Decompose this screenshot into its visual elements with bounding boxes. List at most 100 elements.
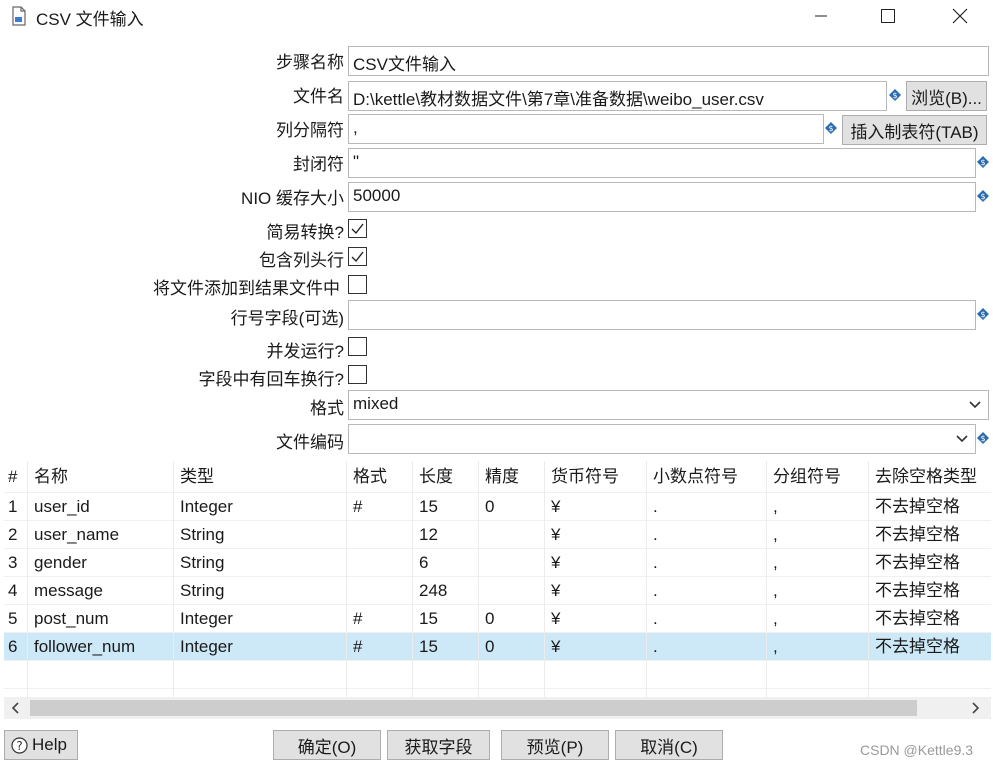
- close-button[interactable]: [937, 0, 983, 32]
- field-type-cell[interactable]: String: [178, 577, 346, 605]
- field-format-cell[interactable]: [351, 577, 411, 605]
- header-row-checkbox[interactable]: [348, 247, 367, 266]
- field-currency-cell[interactable]: ¥: [549, 493, 645, 521]
- field-grouping-cell[interactable]: ,: [771, 633, 867, 661]
- field-type-cell[interactable]: Integer: [178, 605, 346, 633]
- field-grouping-cell[interactable]: ,: [771, 521, 867, 549]
- add-filename-checkbox[interactable]: [348, 275, 367, 294]
- field-decimal-cell[interactable]: .: [651, 605, 765, 633]
- field-name-cell[interactable]: gender: [32, 549, 172, 577]
- column-header[interactable]: 货币符号: [549, 461, 645, 493]
- field-length-cell[interactable]: 15: [417, 493, 477, 521]
- field-grouping-cell[interactable]: ,: [771, 549, 867, 577]
- field-currency-cell[interactable]: ¥: [549, 521, 645, 549]
- field-type-cell[interactable]: Integer: [178, 633, 346, 661]
- column-header[interactable]: 名称: [32, 461, 172, 493]
- field-currency-cell[interactable]: ¥: [549, 633, 645, 661]
- maximize-button[interactable]: [865, 0, 911, 32]
- row-index-cell[interactable]: 3: [6, 549, 26, 577]
- field-decimal-cell[interactable]: .: [651, 521, 765, 549]
- cancel-button[interactable]: 取消(C): [615, 730, 723, 760]
- field-precision-cell[interactable]: [483, 577, 543, 605]
- field-precision-cell[interactable]: 0: [483, 633, 543, 661]
- table-row[interactable]: 5 post_num Integer #15 0 ¥., 不去掉空格: [4, 605, 991, 633]
- column-header[interactable]: 格式: [351, 461, 411, 493]
- column-header[interactable]: 精度: [483, 461, 543, 493]
- ok-button[interactable]: 确定(O): [273, 730, 381, 760]
- table-row[interactable]: 2 user_name String 12 ¥., 不去掉空格: [4, 521, 991, 549]
- field-grouping-cell[interactable]: ,: [771, 577, 867, 605]
- column-header[interactable]: 小数点符号: [651, 461, 765, 493]
- field-format-cell[interactable]: #: [351, 633, 411, 661]
- field-length-cell[interactable]: 248: [417, 577, 477, 605]
- field-format-cell[interactable]: #: [351, 493, 411, 521]
- field-precision-cell[interactable]: 0: [483, 493, 543, 521]
- field-length-cell[interactable]: 15: [417, 633, 477, 661]
- field-precision-cell[interactable]: 0: [483, 605, 543, 633]
- encoding-select[interactable]: [348, 424, 976, 454]
- field-decimal-cell[interactable]: .: [651, 549, 765, 577]
- field-length-cell[interactable]: 12: [417, 521, 477, 549]
- table-row[interactable]: 4 message String 248 ¥., 不去掉空格: [4, 577, 991, 605]
- field-length-cell[interactable]: 15: [417, 605, 477, 633]
- field-name-cell[interactable]: follower_num: [32, 633, 172, 661]
- minimize-button[interactable]: [798, 0, 844, 32]
- field-decimal-cell[interactable]: .: [651, 633, 765, 661]
- field-currency-cell[interactable]: ¥: [549, 605, 645, 633]
- format-select[interactable]: mixed: [348, 390, 989, 420]
- newline-checkbox[interactable]: [348, 365, 367, 384]
- field-format-cell[interactable]: [351, 549, 411, 577]
- delimiter-input[interactable]: ,: [348, 114, 824, 144]
- column-header[interactable]: 分组符号: [771, 461, 867, 493]
- field-name-cell[interactable]: post_num: [32, 605, 172, 633]
- column-header[interactable]: 类型: [178, 461, 346, 493]
- field-trim-type-cell[interactable]: 不去掉空格: [873, 605, 991, 633]
- help-button[interactable]: ? Help: [4, 730, 78, 760]
- column-header[interactable]: #: [6, 461, 28, 493]
- parallel-checkbox[interactable]: [348, 337, 367, 356]
- row-index-cell[interactable]: 5: [6, 605, 26, 633]
- preview-button[interactable]: 预览(P): [501, 730, 609, 760]
- field-precision-cell[interactable]: [483, 521, 543, 549]
- scrollbar-thumb[interactable]: [30, 700, 917, 716]
- table-row[interactable]: [4, 661, 991, 689]
- field-trim-type-cell[interactable]: 不去掉空格: [873, 521, 991, 549]
- field-currency-cell[interactable]: ¥: [549, 577, 645, 605]
- insert-tab-button[interactable]: 插入制表符(TAB): [842, 115, 987, 145]
- horizontal-scrollbar[interactable]: [4, 697, 991, 719]
- field-decimal-cell[interactable]: .: [651, 577, 765, 605]
- column-header[interactable]: 长度: [417, 461, 477, 493]
- field-decimal-cell[interactable]: .: [651, 493, 765, 521]
- field-precision-cell[interactable]: [483, 549, 543, 577]
- field-name-cell[interactable]: message: [32, 577, 172, 605]
- field-grouping-cell[interactable]: ,: [771, 493, 867, 521]
- field-name-cell[interactable]: user_name: [32, 521, 172, 549]
- chevron-right-icon[interactable]: [971, 702, 981, 714]
- row-index-cell[interactable]: 2: [6, 521, 26, 549]
- field-trim-type-cell[interactable]: 不去掉空格: [873, 633, 991, 661]
- table-row[interactable]: 3 gender String 6 ¥., 不去掉空格: [4, 549, 991, 577]
- column-header[interactable]: 去除空格类型: [873, 461, 991, 493]
- browse-button[interactable]: 浏览(B)...: [906, 81, 987, 111]
- get-fields-button[interactable]: 获取字段: [387, 730, 490, 760]
- row-index-cell[interactable]: 6: [6, 633, 26, 661]
- chevron-left-icon[interactable]: [10, 702, 20, 714]
- step-name-input[interactable]: CSV文件输入: [348, 46, 989, 76]
- nio-buffer-input[interactable]: 50000: [348, 182, 976, 212]
- enclosure-input[interactable]: ": [348, 148, 976, 178]
- rownum-field-input[interactable]: [348, 300, 976, 330]
- field-currency-cell[interactable]: ¥: [549, 549, 645, 577]
- field-grouping-cell[interactable]: ,: [771, 605, 867, 633]
- field-format-cell[interactable]: #: [351, 605, 411, 633]
- fields-table[interactable]: # 名称 类型 格式 长度 精度 货币符号 小数点符号 分组符号 去除空格类型 …: [4, 461, 991, 697]
- field-type-cell[interactable]: String: [178, 521, 346, 549]
- table-row[interactable]: 6 follower_num Integer #15 0 ¥., 不去掉空格: [4, 633, 991, 661]
- filename-input[interactable]: D:\kettle\教材数据文件\第7章\准备数据\weibo_user.csv: [348, 81, 887, 111]
- field-type-cell[interactable]: String: [178, 549, 346, 577]
- lazy-conversion-checkbox[interactable]: [348, 219, 367, 238]
- field-name-cell[interactable]: user_id: [32, 493, 172, 521]
- table-row[interactable]: [4, 689, 991, 697]
- field-format-cell[interactable]: [351, 521, 411, 549]
- row-index-cell[interactable]: 4: [6, 577, 26, 605]
- table-row[interactable]: 1 user_id Integer #15 0 ¥., 不去掉空格: [4, 493, 991, 521]
